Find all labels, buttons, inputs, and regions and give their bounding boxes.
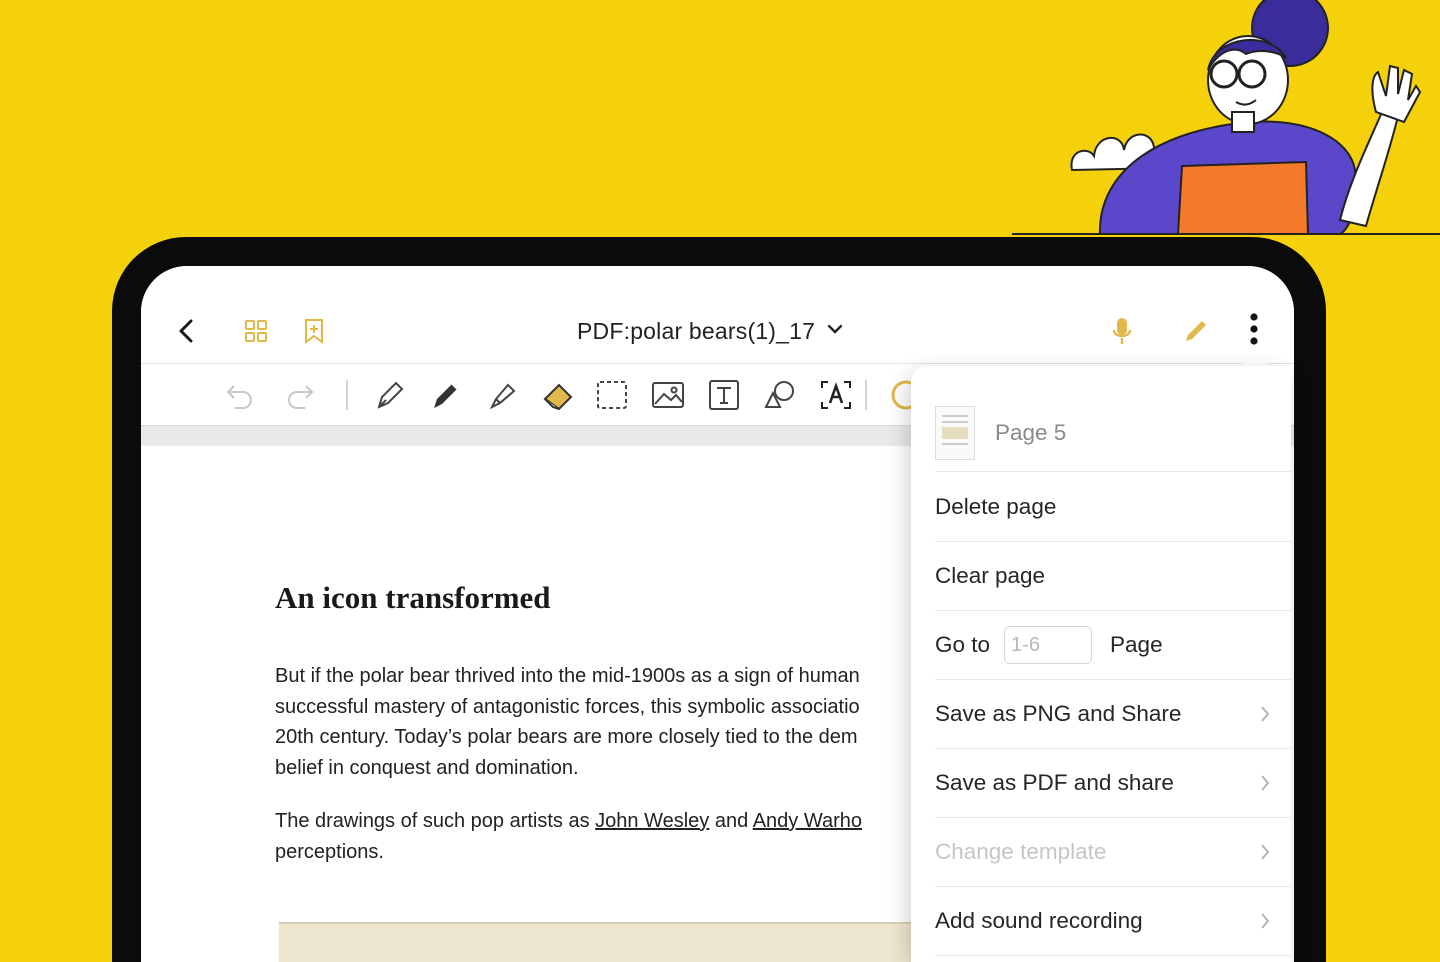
document-paragraph: But if the polar bear thrived into the m… (275, 661, 860, 783)
chevron-right-icon (1261, 913, 1270, 929)
shape-icon[interactable] (761, 376, 799, 414)
more-options-icon[interactable] (1239, 313, 1269, 345)
chevron-right-icon (1261, 706, 1270, 722)
john-wesley-link[interactable]: John Wesley (595, 810, 709, 832)
paragraph-line: 20th century. Today’s polar bears are mo… (275, 726, 858, 748)
pen-icon[interactable] (427, 376, 465, 414)
document-paragraph: The drawings of such pop artists as John… (275, 806, 862, 867)
go-to-page-input[interactable]: 1-6 (1004, 626, 1093, 664)
fountain-pen-icon[interactable] (371, 376, 409, 414)
chevron-right-icon (1261, 775, 1270, 791)
toolbar-divider (865, 380, 867, 410)
chevron-right-icon (1261, 844, 1270, 860)
highlighter-icon[interactable] (483, 376, 521, 414)
pen-edit-icon[interactable] (1181, 316, 1211, 346)
paragraph-line: successful mastery of antagonistic force… (275, 695, 860, 718)
paragraph-text: The drawings of such pop artists as (275, 810, 596, 832)
app-bar: PDF:polar bears(1)_17 (141, 266, 1294, 364)
chevron-down-icon (827, 322, 843, 340)
back-arrow-icon[interactable] (171, 316, 201, 346)
menu-add-sound-recording[interactable]: Add sound recording (935, 887, 1291, 956)
menu-item-label: Go to (935, 632, 991, 657)
bookmark-add-icon[interactable] (299, 316, 329, 346)
menu-change-template[interactable]: Change template (935, 818, 1291, 887)
menu-delete-page[interactable]: Delete page (935, 473, 1291, 542)
paragraph-text: and (709, 810, 753, 832)
menu-item-label: Change template (935, 839, 1107, 864)
document-heading: An icon transformed (275, 580, 551, 615)
grid-view-icon[interactable] (241, 316, 271, 346)
menu-save-png-share[interactable]: Save as PNG and Share (935, 680, 1291, 749)
menu-item-label: Save as PNG and Share (935, 701, 1182, 726)
menu-item-label: Save as PDF and share (935, 770, 1174, 795)
menu-item-label: Clear page (935, 563, 1046, 588)
paragraph-line: But if the polar bear thrived into the m… (275, 665, 860, 687)
menu-go-to-page: Go to 1-6 Page (935, 611, 1291, 680)
paragraph-line: perceptions. (275, 840, 384, 863)
menu-save-pdf-share[interactable]: Save as PDF and share (935, 749, 1291, 818)
menu-clear-page[interactable]: Clear page (935, 542, 1291, 611)
image-insert-icon[interactable] (649, 376, 687, 414)
woman-with-laptop-illustration (1012, 0, 1440, 235)
document-title: PDF:polar bears(1)_17 (577, 317, 816, 344)
text-recognition-icon[interactable] (817, 376, 855, 414)
eraser-icon[interactable] (539, 376, 577, 414)
document-image (279, 922, 919, 962)
redo-icon[interactable] (281, 376, 319, 414)
menu-item-label: Delete page (935, 494, 1057, 519)
undo-icon[interactable] (221, 376, 259, 414)
microphone-icon[interactable] (1107, 316, 1137, 346)
text-box-icon[interactable] (705, 376, 743, 414)
page-label: Page 5 (995, 419, 1067, 445)
page-thumbnail (935, 405, 975, 460)
menu-item-label: Page (1110, 632, 1163, 657)
document-title-dropdown[interactable]: PDF:polar bears(1)_17 (577, 314, 843, 348)
more-options-menu: Page 5 Delete page Clear page Go to 1-6 … (911, 366, 1291, 962)
paragraph-line: belief in conquest and domination. (275, 756, 579, 779)
lasso-select-icon[interactable] (593, 376, 631, 414)
paragraph-line: The drawings of such pop artists as John… (275, 806, 862, 837)
andy-warhol-link[interactable]: Andy Warho (753, 810, 862, 832)
toolbar-divider (346, 380, 348, 410)
menu-page-info: Page 5 (935, 394, 1291, 472)
menu-item-label: Add sound recording (935, 908, 1143, 933)
